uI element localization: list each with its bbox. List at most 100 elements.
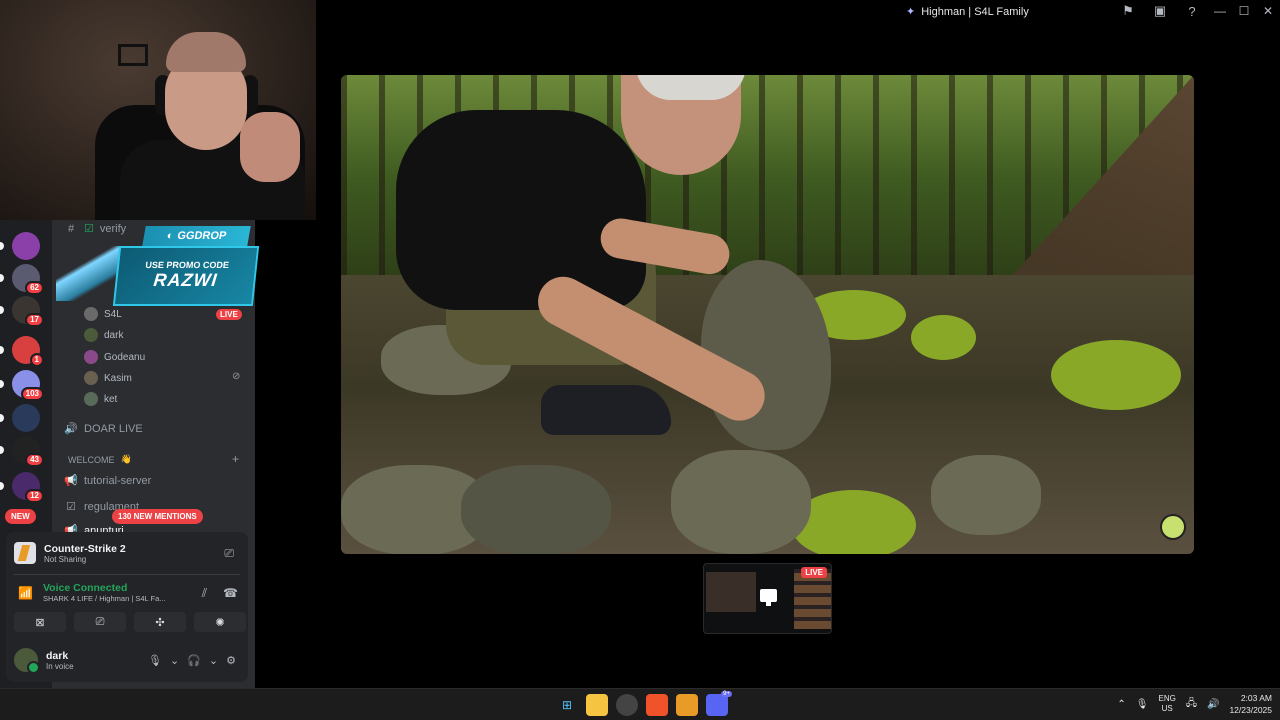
server-icon[interactable]: 12 [12, 472, 44, 503]
window-title-text: Highman | S4L Family [921, 5, 1029, 18]
channel-tutorial-server[interactable]: 📢 tutorial-server [64, 474, 152, 488]
language-label: ENG [1158, 694, 1176, 703]
voice-user-live[interactable]: S4L [84, 307, 122, 321]
activities-icon: ✣ [155, 616, 165, 629]
server-mention-badge: 12 [25, 489, 44, 503]
server-icon[interactable]: 62 [12, 264, 44, 295]
game-icon [14, 542, 36, 564]
disconnect-icon[interactable]: ☎ [223, 586, 238, 601]
new-messages-pill[interactable]: NEW [5, 509, 36, 524]
discord-badge: 9+ [721, 691, 732, 697]
chevron-up-icon[interactable]: ⌃ [1117, 699, 1125, 710]
server-icon[interactable]: 17 [12, 296, 44, 327]
activities-button[interactable]: ✣ [134, 612, 186, 632]
network-icon[interactable]: 🖧 [1186, 696, 1197, 713]
voice-user-name: Godeanu [104, 351, 146, 363]
headphones-icon[interactable]: 🎧 [187, 654, 201, 667]
add-channel-icon[interactable]: + [232, 452, 239, 466]
discord-icon[interactable]: 9+ [706, 691, 732, 716]
stream-preview-thumbnail[interactable]: LIVE [703, 563, 832, 634]
promo-overlay: ◐ GGDROP USE PROMO CODE RAZWI [56, 226, 260, 306]
category-label: WELCOME [68, 454, 115, 465]
rules-icon: ☑ [66, 501, 76, 513]
cs2-icon[interactable] [676, 694, 698, 716]
wave-icon: 👋 [120, 454, 132, 464]
flag-icon[interactable]: ⚑ [1112, 2, 1144, 20]
server-icon[interactable] [12, 404, 40, 432]
current-user[interactable]: dark In voice [14, 648, 74, 674]
clock-date: 12/23/2025 [1229, 705, 1272, 715]
channel-doar-live[interactable]: 🔊 DOAR LIVE [64, 422, 143, 436]
server-icon[interactable]: 43 [12, 436, 44, 467]
share-screen-icon[interactable]: ⎚ [224, 546, 234, 561]
avatar [84, 371, 98, 385]
avatar [84, 328, 98, 342]
preview-live-badge: LIVE [801, 567, 827, 578]
close-button[interactable]: ✕ [1256, 2, 1280, 20]
chevron-down-icon[interactable]: ⌄ [209, 654, 218, 667]
help-icon[interactable]: ? [1176, 2, 1208, 20]
channel-label: DOAR LIVE [84, 422, 143, 435]
category-welcome[interactable]: WELCOME 👋 [68, 454, 132, 465]
stream-video[interactable] [341, 75, 1194, 554]
system-tray: ⌃ 🎙 ENG US 🖧 🔊 2:03 AM 12/23/2025 [1117, 692, 1272, 716]
chrome-icon[interactable] [616, 694, 638, 716]
server-icon[interactable]: 1 [12, 336, 44, 367]
minimize-button[interactable]: — [1208, 2, 1232, 20]
chevron-down-icon[interactable]: ⌄ [170, 654, 179, 667]
avatar [84, 392, 98, 406]
channel-label: tutorial-server [84, 474, 152, 487]
screen-share-button[interactable]: ⎚ [74, 612, 126, 632]
voice-user-name: dark [104, 329, 124, 341]
promo-line: USE PROMO CODE [144, 260, 230, 270]
ggdrop-logo-icon: ◐ [165, 230, 175, 242]
popout-icon[interactable]: ▣ [1144, 2, 1176, 20]
announcement-icon: 📢 [64, 475, 78, 487]
language-indicator[interactable]: ENG US [1159, 694, 1176, 714]
window-title-bar: ✦ Highman | S4L Family ⚑ ▣ ? — ☐ ✕ [316, 0, 1280, 22]
voice-user-name: ket [104, 393, 118, 405]
file-explorer-icon[interactable] [586, 694, 608, 716]
voice-location[interactable]: SHARK 4 LIFE / Highman | S4L Fa... [43, 594, 166, 603]
screen-share-icon: ⎚ [95, 615, 105, 628]
taskbar: ⊞ 9+ ⌃ 🎙 ENG US 🖧 🔊 2:03 AM 12/23/2025 [0, 688, 1280, 720]
user-name: dark [46, 649, 69, 662]
voice-user[interactable]: Godeanu [84, 350, 145, 364]
promo-code: RAZWI [152, 270, 219, 290]
taskbar-apps: ⊞ 9+ [556, 691, 732, 716]
start-button[interactable]: ⊞ [556, 694, 578, 716]
microphone-icon[interactable]: 🎙 [1136, 699, 1149, 710]
server-mention-badge: 103 [20, 387, 44, 401]
server-icon[interactable]: 103 [12, 370, 44, 401]
new-mentions-pill[interactable]: 130 NEW MENTIONS [112, 509, 203, 524]
screen-share-icon [760, 589, 777, 606]
voice-user[interactable]: ket [84, 392, 117, 406]
live-badge: LIVE [216, 309, 242, 320]
volume-icon[interactable]: 🔊 [1207, 699, 1219, 710]
voice-controls: ⊠ ⎚ ✣ ✺ [14, 612, 246, 632]
brave-icon[interactable] [646, 694, 668, 716]
activity-title: Counter-Strike 2 [44, 542, 126, 555]
maximize-button[interactable]: ☐ [1232, 2, 1256, 20]
voice-status: 📶 Voice Connected SHARK 4 LIFE / Highman… [18, 582, 166, 603]
soundboard-icon: ✺ [215, 616, 225, 629]
camera-off-button[interactable]: ⊠ [14, 612, 66, 632]
camera-off-icon: ⊠ [35, 616, 45, 629]
voice-channel-icon: 🔊 [64, 423, 78, 435]
voice-user[interactable]: dark [84, 328, 123, 342]
voice-user[interactable]: Kasim [84, 371, 132, 385]
promo-brand: ◐ GGDROP [142, 226, 251, 246]
server-mention-badge: 17 [25, 313, 44, 327]
promo-code-box: USE PROMO CODE RAZWI [112, 246, 260, 306]
clock-time: 2:03 AM [1240, 693, 1272, 703]
voice-status-title[interactable]: Voice Connected [43, 582, 166, 594]
settings-gear-icon[interactable]: ⚙ [226, 654, 236, 667]
window-title: ✦ Highman | S4L Family [906, 5, 1029, 19]
server-icon[interactable] [12, 232, 40, 260]
soundboard-button[interactable]: ✺ [194, 612, 246, 632]
clock[interactable]: 2:03 AM 12/23/2025 [1229, 692, 1272, 716]
user-panel: Counter-Strike 2 Not Sharing ⎚ 📶 Voice C… [6, 532, 248, 682]
avatar [84, 350, 98, 364]
microphone-icon[interactable]: 🎙 [148, 654, 162, 667]
noise-suppression-icon[interactable]: ⫽ [202, 586, 207, 601]
